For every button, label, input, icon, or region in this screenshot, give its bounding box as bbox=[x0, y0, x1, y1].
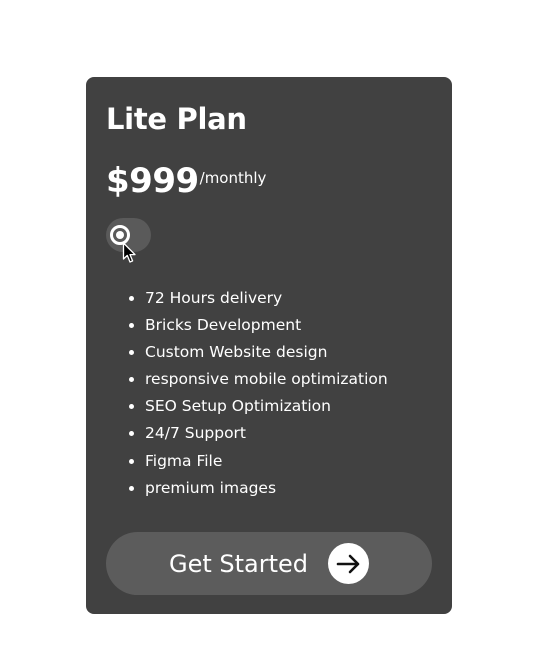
arrow-right-icon bbox=[328, 543, 370, 584]
price-period: /monthly bbox=[199, 169, 267, 187]
mouse-cursor-icon bbox=[122, 242, 136, 263]
pricing-card: Lite Plan $999 /monthly 72 Hours deliver… bbox=[86, 77, 452, 614]
feature-item: 72 Hours delivery bbox=[145, 285, 388, 312]
page: Lite Plan $999 /monthly 72 Hours deliver… bbox=[0, 0, 538, 666]
get-started-label: Get Started bbox=[168, 549, 309, 578]
feature-list: 72 Hours delivery Bricks Development Cus… bbox=[128, 285, 388, 502]
feature-item: Bricks Development bbox=[145, 312, 388, 339]
feature-item: Figma File bbox=[145, 448, 388, 475]
get-started-button[interactable]: Get Started bbox=[106, 532, 432, 595]
feature-item: premium images bbox=[145, 475, 388, 502]
price-row: $999 /monthly bbox=[106, 161, 266, 201]
plan-title: Lite Plan bbox=[106, 102, 247, 136]
feature-item: 24/7 Support bbox=[145, 420, 388, 447]
price-amount: $999 bbox=[106, 161, 199, 201]
feature-item: responsive mobile optimization bbox=[145, 366, 388, 393]
feature-item: SEO Setup Optimization bbox=[145, 393, 388, 420]
feature-item: Custom Website design bbox=[145, 339, 388, 366]
